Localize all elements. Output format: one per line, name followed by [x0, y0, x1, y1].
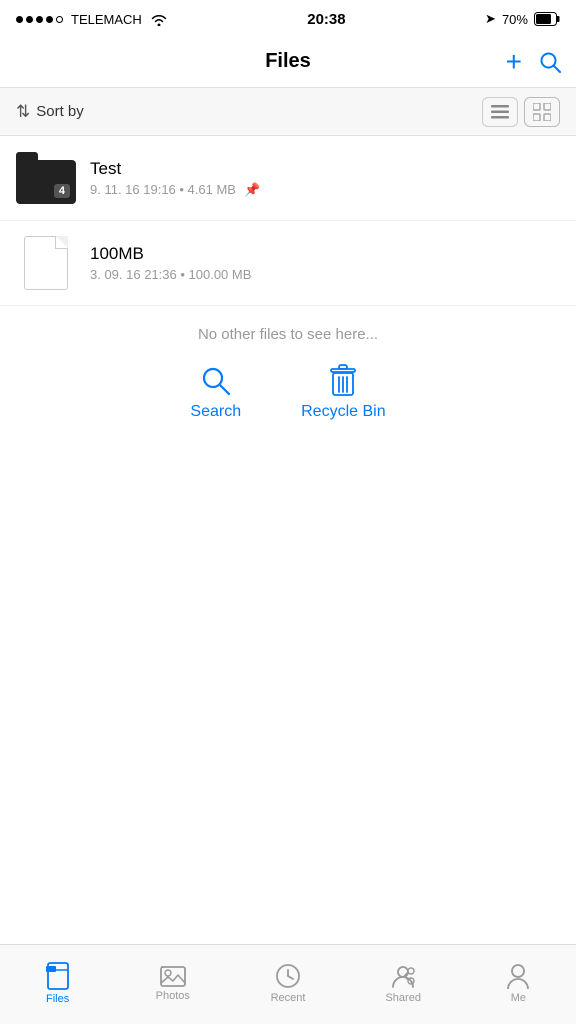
- empty-state: No other files to see here... Search: [0, 306, 576, 431]
- files-tab-label: Files: [46, 993, 69, 1005]
- nav-actions: +: [506, 48, 562, 76]
- wifi-icon: [150, 13, 168, 26]
- file-list: 4 Test 9. 11. 16 19:16 • 4.61 MB 📌 100MB…: [0, 136, 576, 306]
- status-right: ➤ 70%: [485, 11, 560, 27]
- list-view-button[interactable]: [482, 97, 518, 127]
- recycle-bin-button[interactable]: Recycle Bin: [301, 363, 385, 421]
- file-item[interactable]: 4 Test 9. 11. 16 19:16 • 4.61 MB 📌: [0, 136, 576, 221]
- sort-icon: ⇅: [16, 102, 30, 122]
- tab-me[interactable]: Me: [461, 955, 576, 1004]
- me-tab-icon: [506, 963, 530, 989]
- battery-icon: [534, 12, 560, 26]
- search-action-label: Search: [190, 403, 241, 421]
- page-title: Files: [265, 50, 311, 73]
- file-doc-icon: [24, 236, 68, 290]
- file-info: 100MB 3. 09. 16 21:36 • 100.00 MB: [90, 244, 560, 282]
- dot5: [56, 16, 63, 23]
- carrier-name: TELEMACH: [71, 12, 142, 27]
- file-info: Test 9. 11. 16 19:16 • 4.61 MB 📌: [90, 159, 560, 198]
- file-doc-corner: [55, 237, 67, 249]
- status-bar: TELEMACH 20:38 ➤ 70%: [0, 0, 576, 36]
- me-tab-label: Me: [511, 992, 526, 1004]
- recent-tab-icon: [275, 963, 301, 989]
- recycle-bin-label: Recycle Bin: [301, 403, 385, 421]
- nav-bar: Files +: [0, 36, 576, 88]
- signal-dots: [16, 16, 63, 23]
- battery-percent: 70%: [502, 12, 528, 27]
- dot2: [26, 16, 33, 23]
- tab-bar: Files Photos Recent: [0, 944, 576, 1024]
- folder-badge: 4: [54, 184, 70, 198]
- status-left: TELEMACH: [16, 12, 168, 27]
- sort-button[interactable]: ⇅ Sort by: [16, 102, 84, 122]
- recent-tab-label: Recent: [271, 992, 306, 1004]
- sort-label: Sort by: [36, 103, 84, 120]
- folder-body: 4: [16, 160, 76, 204]
- grid-view-button[interactable]: [524, 97, 560, 127]
- empty-actions: Search Recycle Bin: [16, 363, 560, 421]
- folder-icon: 4: [16, 152, 76, 204]
- search-button[interactable]: [538, 50, 562, 74]
- folder-icon-wrap: 4: [16, 148, 76, 208]
- add-button[interactable]: +: [506, 48, 522, 76]
- file-item[interactable]: 100MB 3. 09. 16 21:36 • 100.00 MB: [0, 221, 576, 306]
- dot3: [36, 16, 43, 23]
- shared-tab-icon: [390, 963, 416, 989]
- tab-shared[interactable]: Shared: [346, 955, 461, 1004]
- tab-files[interactable]: Files: [0, 954, 115, 1005]
- dot1: [16, 16, 23, 23]
- shared-tab-label: Shared: [385, 992, 420, 1004]
- status-time: 20:38: [307, 11, 345, 28]
- location-icon: ➤: [485, 11, 496, 27]
- file-meta: 3. 09. 16 21:36 • 100.00 MB: [90, 267, 560, 282]
- pin-icon: 📌: [244, 182, 260, 198]
- file-icon-wrap: [16, 233, 76, 293]
- file-doc-body: [24, 236, 68, 290]
- search-action-icon: [198, 363, 234, 399]
- photos-tab-icon: [160, 965, 186, 987]
- empty-text: No other files to see here...: [16, 326, 560, 343]
- file-meta: 9. 11. 16 19:16 • 4.61 MB 📌: [90, 182, 560, 198]
- search-action-button[interactable]: Search: [190, 363, 241, 421]
- photos-tab-label: Photos: [156, 990, 190, 1002]
- tab-photos[interactable]: Photos: [115, 957, 230, 1002]
- view-toggle: [482, 97, 560, 127]
- tab-recent[interactable]: Recent: [230, 955, 345, 1004]
- file-name: 100MB: [90, 244, 560, 264]
- files-tab-icon: [46, 962, 70, 990]
- sort-bar: ⇅ Sort by: [0, 88, 576, 136]
- file-name: Test: [90, 159, 560, 179]
- trash-icon: [325, 363, 361, 399]
- dot4: [46, 16, 53, 23]
